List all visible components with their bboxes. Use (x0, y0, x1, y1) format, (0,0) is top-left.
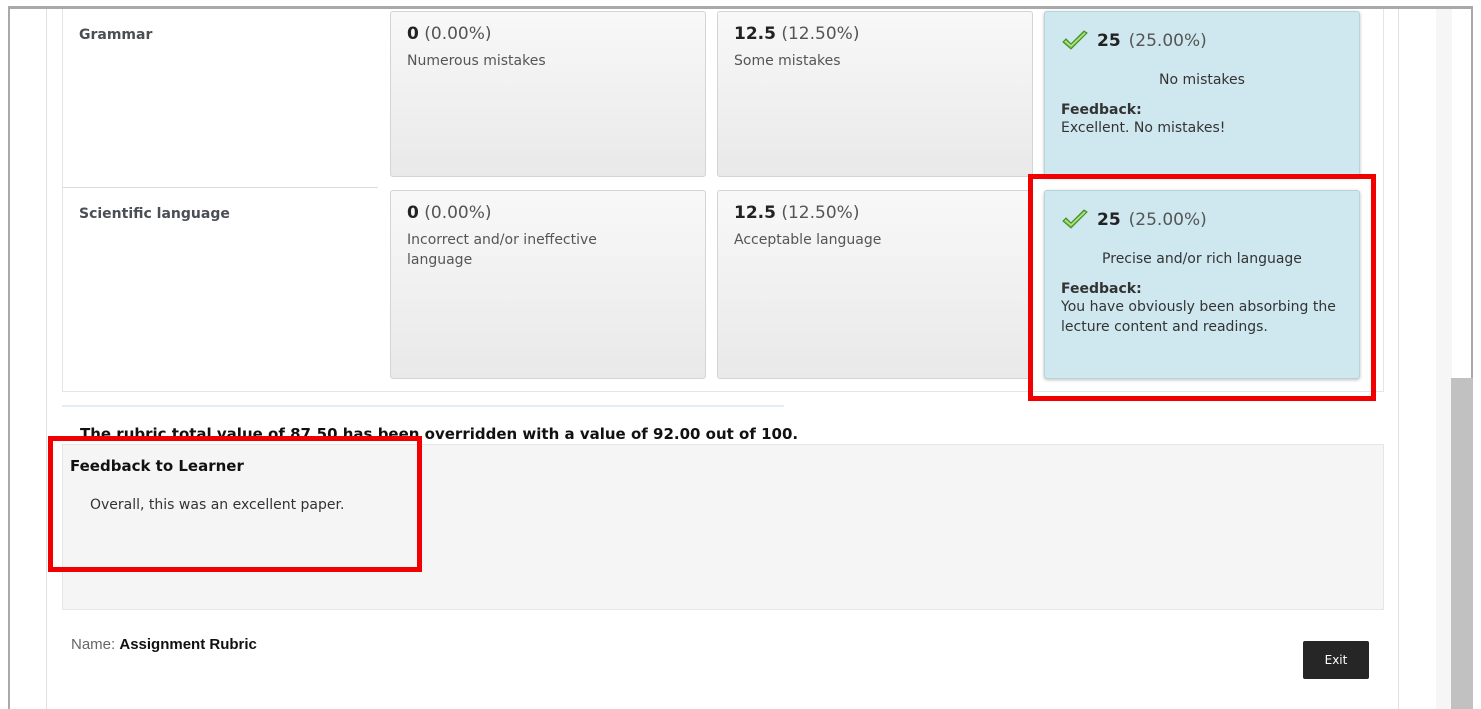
criterion-scientific-language: Scientific language (79, 206, 230, 222)
scrollbar-thumb[interactable] (1451, 378, 1473, 709)
level-description: Incorrect and/or ineffective language (407, 232, 597, 268)
highlight-box-selected-level (1028, 174, 1376, 401)
level-score: 25 (25.00%) (1061, 30, 1343, 52)
level-score: 12.5 (12.50%) (734, 24, 860, 44)
level-cell-grammar-2-selected[interactable]: 25 (25.00%) No mistakes Feedback: Excell… (1044, 11, 1360, 177)
level-score: 0 (0.00%) (407, 24, 492, 44)
level-description: Some mistakes (734, 53, 841, 69)
level-cell-grammar-0[interactable]: 0 (0.00%) Numerous mistakes (390, 11, 706, 177)
checkmark-icon (1062, 30, 1088, 50)
level-cell-language-0[interactable]: 0 (0.00%) Incorrect and/or ineffective l… (390, 190, 706, 379)
row-divider (62, 187, 378, 188)
section-divider (62, 405, 784, 407)
level-description: No mistakes (1159, 72, 1245, 88)
level-score: 0 (0.00%) (407, 203, 492, 223)
feedback-label: Feedback: (1061, 102, 1142, 118)
scrollbar-track[interactable] (1436, 9, 1452, 709)
name-value: Assignment Rubric (119, 636, 257, 653)
rubric-name: Name: Assignment Rubric (71, 636, 257, 653)
level-score: 12.5 (12.50%) (734, 203, 860, 223)
level-cell-language-1[interactable]: 12.5 (12.50%) Acceptable language (717, 190, 1033, 379)
exit-button[interactable]: Exit (1303, 641, 1369, 679)
level-cell-grammar-1[interactable]: 12.5 (12.50%) Some mistakes (717, 11, 1033, 177)
level-description: Acceptable language (734, 232, 882, 248)
criterion-grammar: Grammar (79, 27, 153, 43)
feedback-text: Excellent. No mistakes! (1061, 120, 1226, 136)
highlight-box-learner-feedback (48, 436, 422, 572)
level-description: Numerous mistakes (407, 53, 546, 69)
name-label: Name: (71, 636, 116, 653)
